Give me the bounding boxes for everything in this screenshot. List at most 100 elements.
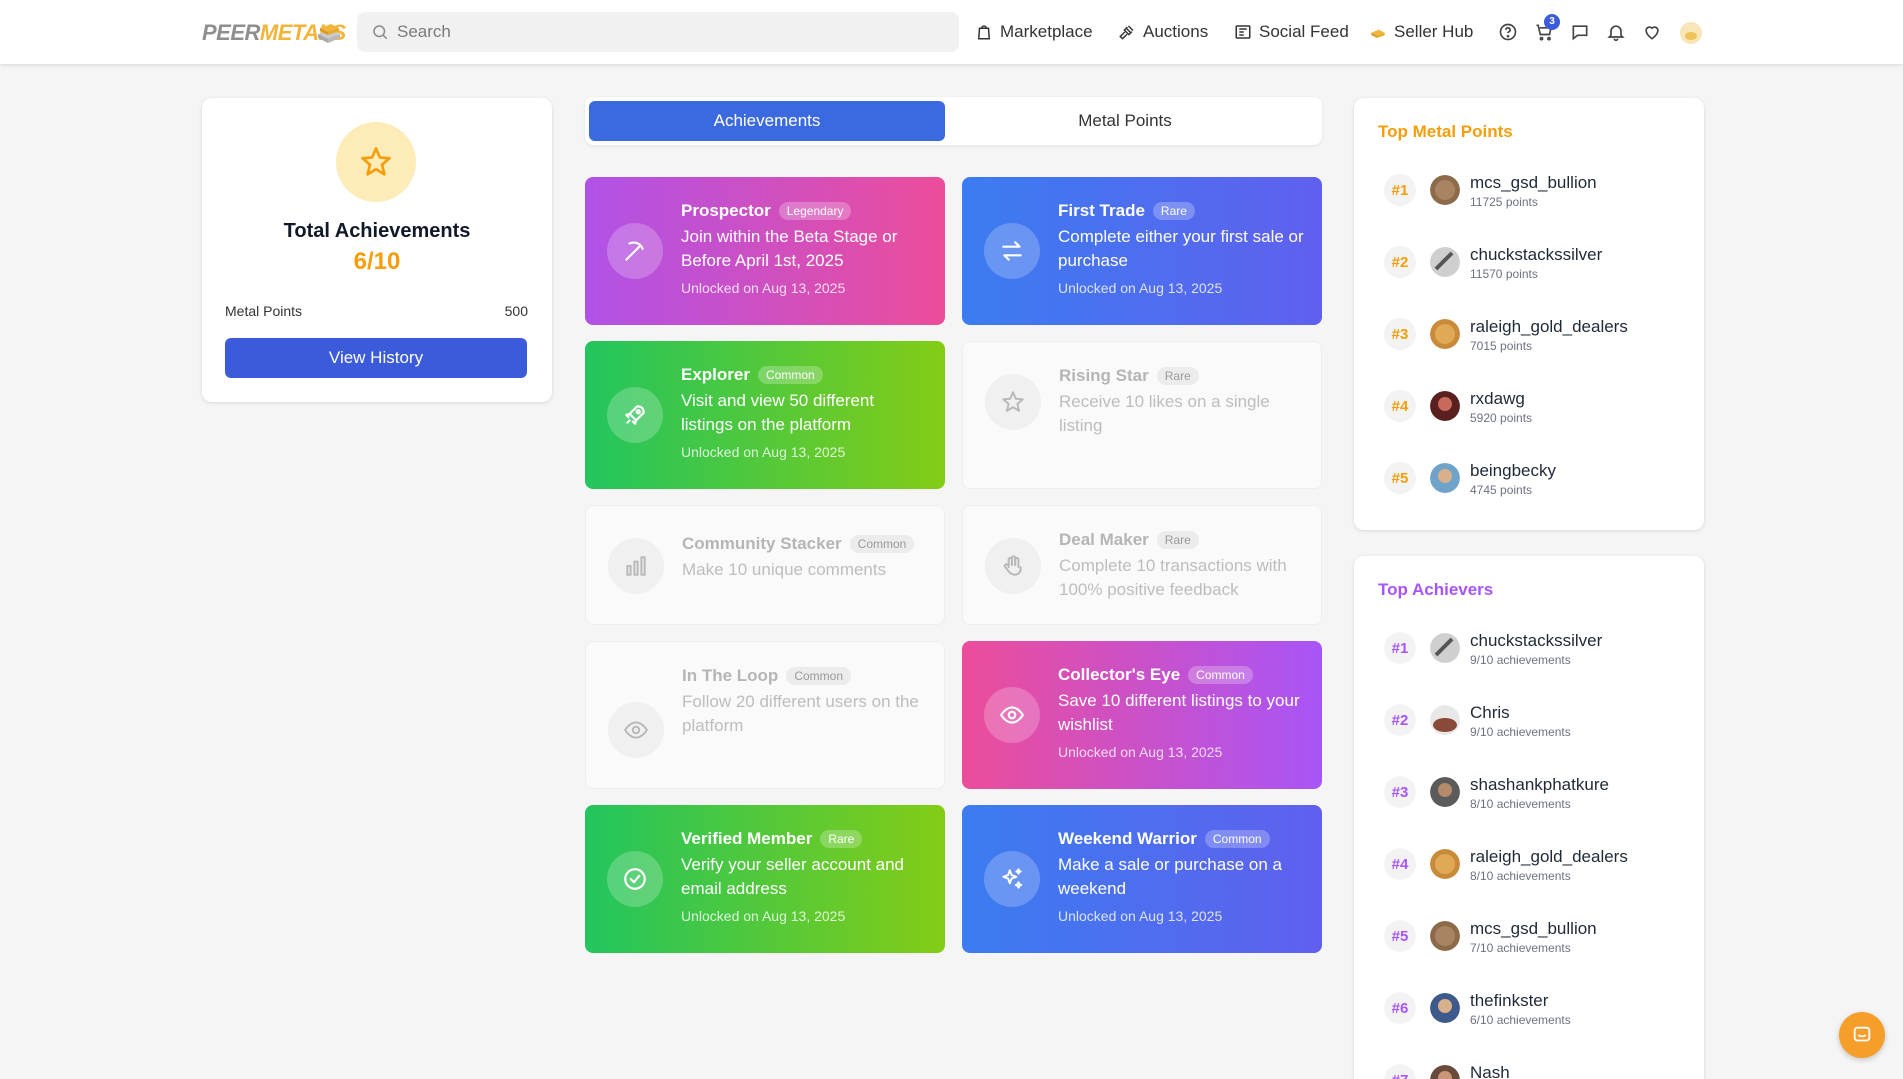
achievement-card-locked[interactable]: In The Loop Common Follow 20 different us… <box>585 641 945 789</box>
leaderboard-row[interactable]: #1 mcs_gsd_bullion 11725 points <box>1384 170 1684 210</box>
leaderboard-row[interactable]: #5 beingbecky 4745 points <box>1384 458 1684 498</box>
user-achievements: 7/10 achievements <box>1470 941 1571 955</box>
metal-points-label: Metal Points <box>225 303 303 319</box>
nav-marketplace[interactable]: Marketplace <box>975 20 1093 44</box>
unlock-date: Unlocked on Aug 13, 2025 <box>1058 744 1223 760</box>
nav-seller-hub[interactable]: Seller Hub <box>1369 20 1473 44</box>
swap-arrows-icon <box>1002 241 1022 261</box>
leaderboard-row[interactable]: #5 mcs_gsd_bullion 7/10 achievements <box>1384 916 1684 956</box>
achievement-card-locked[interactable]: Deal Maker Rare Complete 10 transactions … <box>962 505 1322 625</box>
bar-chart-icon <box>626 556 646 576</box>
avatar <box>1430 777 1460 807</box>
achievement-card[interactable]: First Trade Rare Complete either your fir… <box>962 177 1322 325</box>
help-icon[interactable] <box>1498 22 1518 42</box>
rarity-badge: Legendary <box>778 202 852 220</box>
leaderboard-row[interactable]: #7 Nash <box>1384 1060 1684 1079</box>
gold-bars-icon <box>318 24 340 43</box>
rarity-badge: Rare <box>1152 202 1195 220</box>
achievement-desc: Make a sale or purchase on a weekend <box>1058 855 1282 898</box>
user-points: 7015 points <box>1470 339 1533 353</box>
avatar <box>1430 993 1460 1023</box>
check-circle-icon <box>624 868 646 890</box>
user-avatar[interactable] <box>1680 22 1702 44</box>
username: beingbecky <box>1470 461 1557 480</box>
user-achievements: 6/10 achievements <box>1470 1013 1571 1027</box>
nav-seller-hub-label: Seller Hub <box>1394 22 1474 41</box>
achievement-card[interactable]: Explorer Common Visit and view 50 differe… <box>585 341 945 489</box>
leaderboard-row[interactable]: #2 Chris 9/10 achievements <box>1384 700 1684 740</box>
rank-badge: #2 <box>1384 246 1416 278</box>
tab-metal-points[interactable]: Metal Points <box>947 101 1303 141</box>
nav-auctions[interactable]: Auctions <box>1118 20 1208 44</box>
top-metal-points-card: Top Metal Points #1 mcs_gsd_bullion 1172… <box>1354 98 1704 530</box>
username: raleigh_gold_dealers <box>1470 317 1628 336</box>
achievement-icon-circle <box>607 851 663 907</box>
user-points: 11570 points <box>1470 267 1538 281</box>
achievement-card[interactable]: Verified Member Rare Verify your seller a… <box>585 805 945 953</box>
avatar <box>1430 921 1460 951</box>
total-achievements-title: Total Achievements <box>283 220 471 242</box>
user-points: 4745 points <box>1470 483 1533 497</box>
top-achievers-title: Top Achievers <box>1378 580 1494 599</box>
achievement-card-locked[interactable]: Community Stacker Common Make 10 unique c… <box>585 505 945 625</box>
achievement-card[interactable]: Collector's Eye Common Save 10 different … <box>962 641 1322 789</box>
achievement-icon-circle <box>608 538 664 594</box>
achievement-icon-circle <box>984 851 1040 907</box>
username: mcs_gsd_bullion <box>1470 919 1597 938</box>
search-bar[interactable] <box>357 12 959 52</box>
rocket-icon <box>625 405 645 425</box>
achievement-name: Deal Maker <box>1059 530 1149 549</box>
achievements-tabs: Achievements Metal Points <box>585 97 1322 145</box>
top-nav-bar: PEERMETALS Marketplace Auctions Social F… <box>0 0 1903 64</box>
leaderboard-row[interactable]: #3 raleigh_gold_dealers 7015 points <box>1384 314 1684 354</box>
achievement-card[interactable]: Weekend Warrior Common Make a sale or pur… <box>962 805 1322 953</box>
avatar <box>1430 175 1460 205</box>
avatar <box>1430 391 1460 421</box>
search-input[interactable] <box>397 12 937 52</box>
leaderboard-row[interactable]: #4 raleigh_gold_dealers 8/10 achievement… <box>1384 844 1684 884</box>
achievement-name: First Trade <box>1058 201 1145 220</box>
avatar <box>1430 463 1460 493</box>
rarity-badge: Common <box>786 667 852 685</box>
top-achievers-card: Top Achievers #1 chuckstackssilver 9/10 … <box>1354 556 1704 1079</box>
nav-social-feed-label: Social Feed <box>1259 22 1349 41</box>
user-achievements: 8/10 achievements <box>1470 869 1571 883</box>
leaderboard-row[interactable]: #4 rxdawg 5920 points <box>1384 386 1684 426</box>
rarity-badge: Common <box>757 366 823 384</box>
leaderboard-row[interactable]: #6 thefinkster 6/10 achievements <box>1384 988 1684 1028</box>
gavel-icon <box>1119 25 1134 40</box>
nav-social-feed[interactable]: Social Feed <box>1234 20 1349 44</box>
achievement-icon-circle <box>608 702 664 758</box>
bell-icon[interactable] <box>1606 22 1626 42</box>
username: chuckstackssilver <box>1470 631 1603 650</box>
leaderboard-row[interactable]: #3 shashankphatkure 8/10 achievements <box>1384 772 1684 812</box>
support-chat-button[interactable] <box>1839 1012 1885 1058</box>
unlock-date: Unlocked on Aug 13, 2025 <box>681 280 846 296</box>
rarity-badge: Rare <box>1156 367 1199 385</box>
user-points: 5920 points <box>1470 411 1533 425</box>
newspaper-icon <box>1235 25 1251 39</box>
username: Nash <box>1470 1063 1510 1079</box>
avatar <box>1430 633 1460 663</box>
username: Chris <box>1470 703 1510 722</box>
username: shashankphatkure <box>1470 775 1609 794</box>
achievement-card-locked[interactable]: Rising Star Rare Receive 10 likes on a si… <box>962 341 1322 489</box>
user-achievements: 8/10 achievements <box>1470 797 1571 811</box>
achievement-card[interactable]: Prospector Legendary Join within the Beta… <box>585 177 945 325</box>
heart-icon[interactable] <box>1642 22 1662 42</box>
avatar <box>1430 319 1460 349</box>
achievement-desc: Visit and view 50 different listings on … <box>681 391 875 434</box>
tab-achievements[interactable]: Achievements <box>589 101 945 141</box>
leaderboard-row[interactable]: #2 chuckstackssilver 11570 points <box>1384 242 1684 282</box>
view-history-button[interactable]: View History <box>225 338 527 378</box>
unlock-date: Unlocked on Aug 13, 2025 <box>1058 280 1223 296</box>
eye-icon <box>999 706 1025 724</box>
rank-badge: #1 <box>1384 174 1416 206</box>
messages-icon[interactable] <box>1570 22 1590 42</box>
sparkles-icon <box>1002 868 1023 889</box>
achievement-desc: Receive 10 likes on a single listing <box>1059 392 1270 435</box>
user-achievements: 9/10 achievements <box>1470 653 1571 667</box>
leaderboard-row[interactable]: #1 chuckstackssilver 9/10 achievements <box>1384 628 1684 668</box>
avatar <box>1430 1065 1460 1079</box>
username: mcs_gsd_bullion <box>1470 173 1597 192</box>
